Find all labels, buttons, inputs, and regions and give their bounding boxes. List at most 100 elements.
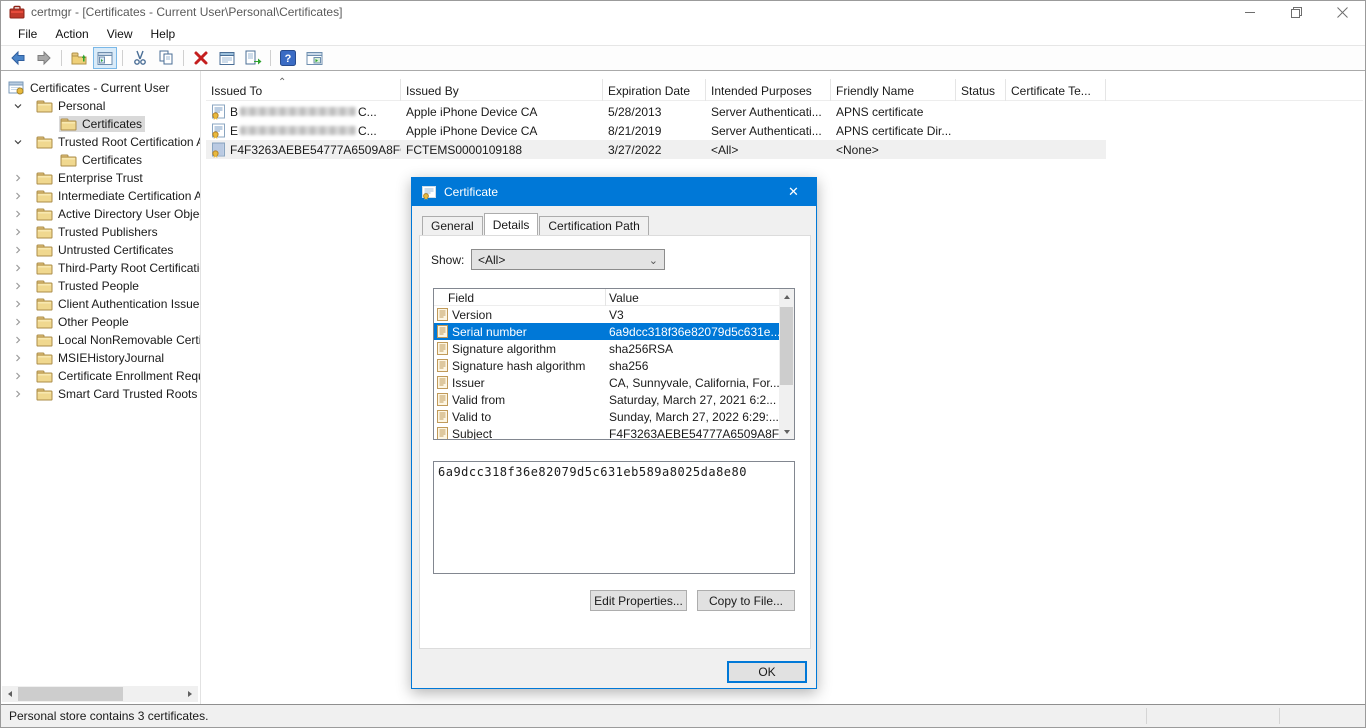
column-header-issued-by[interactable]: Issued By	[401, 79, 603, 101]
menu-item-action[interactable]: Action	[46, 24, 97, 44]
tree-item-trusted-publishers[interactable]: Trusted Publishers	[1, 223, 200, 241]
chevron-down-icon[interactable]	[13, 137, 23, 147]
folder-icon	[36, 225, 53, 239]
tree-item-certificate-enrollment-requests[interactable]: Certificate Enrollment Requests	[1, 367, 200, 385]
template-cell	[1011, 140, 1103, 159]
up-folder-button[interactable]	[67, 47, 91, 69]
forward-button[interactable]	[32, 47, 56, 69]
field-row-serial-number[interactable]: Serial number6a9dcc318f36e82079d5c631e..…	[434, 323, 779, 340]
dialog-close-button[interactable]: ✕	[771, 178, 816, 206]
value-column-header[interactable]: Value	[609, 291, 639, 305]
certificate-row[interactable]: EC...Apple iPhone Device CA8/21/2019Serv…	[206, 121, 1106, 140]
chevron-right-icon[interactable]	[13, 245, 23, 255]
column-header-friendly-name[interactable]: Friendly Name	[831, 79, 956, 101]
field-list-scrollbar[interactable]	[779, 289, 794, 439]
tree-item-personal[interactable]: Personal	[1, 97, 200, 115]
show-console-tree-button[interactable]	[93, 47, 117, 69]
edit-properties-button[interactable]: Edit Properties...	[590, 590, 687, 611]
tree-item-untrusted-certificates[interactable]: Untrusted Certificates	[1, 241, 200, 259]
field-row-valid-from[interactable]: Valid fromSaturday, March 27, 2021 6:2..…	[434, 391, 779, 408]
tree-item-client-authentication-issuers[interactable]: Client Authentication Issuers	[1, 295, 200, 313]
tree-item-other-people[interactable]: Other People	[1, 313, 200, 331]
cut-button[interactable]	[128, 47, 152, 69]
friendly-name-cell: APNS certificate Dir...	[836, 121, 953, 140]
tree-horizontal-scrollbar[interactable]	[2, 686, 198, 702]
menu-item-help[interactable]: Help	[142, 24, 185, 44]
chevron-right-icon[interactable]	[13, 371, 23, 381]
tree-item-certificates[interactable]: Certificates	[1, 115, 200, 133]
tab-details[interactable]: Details	[484, 213, 539, 235]
column-header-status[interactable]: Status	[956, 79, 1006, 101]
minimize-button[interactable]	[1227, 1, 1273, 23]
chevron-right-icon[interactable]	[13, 173, 23, 183]
chevron-right-icon[interactable]	[13, 335, 23, 345]
chevron-right-icon[interactable]	[13, 191, 23, 201]
tree-item-trusted-people[interactable]: Trusted People	[1, 277, 200, 295]
scroll-right-icon[interactable]	[182, 686, 198, 702]
chevron-right-icon[interactable]	[13, 227, 23, 237]
column-header-expiration-date[interactable]: Expiration Date	[603, 79, 706, 101]
field-row-signature-hash-algorithm[interactable]: Signature hash algorithmsha256	[434, 357, 779, 374]
tree-item-active-directory-user-object[interactable]: Active Directory User Object	[1, 205, 200, 223]
field-row-valid-to[interactable]: Valid toSunday, March 27, 2022 6:29:...	[434, 408, 779, 425]
export-list-button[interactable]	[241, 47, 265, 69]
field-column-header[interactable]: Field	[448, 291, 474, 305]
tab-certification-path[interactable]: Certification Path	[539, 216, 648, 235]
scroll-left-icon[interactable]	[2, 686, 18, 702]
tree-item-local-nonremovable-certificates[interactable]: Local NonRemovable Certificates	[1, 331, 200, 349]
scroll-up-icon[interactable]	[779, 289, 794, 304]
tree-item-enterprise-trust[interactable]: Enterprise Trust	[1, 169, 200, 187]
chevron-right-icon[interactable]	[13, 299, 23, 309]
properties-button[interactable]	[215, 47, 239, 69]
tree-item-trusted-root-certification-authorities[interactable]: Trusted Root Certification Authorities	[1, 133, 200, 151]
back-button[interactable]	[6, 47, 30, 69]
tree-item-third-party-root-certification-authorities[interactable]: Third-Party Root Certification Authoriti…	[1, 259, 200, 277]
scrollbar-thumb[interactable]	[780, 307, 793, 385]
tree-item-certificates-current-user[interactable]: Certificates - Current User	[1, 79, 200, 97]
field-detail-text[interactable]: 6a9dcc318f36e82079d5c631eb589a8025da8e80	[433, 461, 795, 574]
tree-item-label: Certificates - Current User	[30, 81, 169, 95]
tree-item-smart-card-trusted-roots[interactable]: Smart Card Trusted Roots	[1, 385, 200, 403]
tab-general[interactable]: General	[422, 216, 483, 235]
tree-item-intermediate-certification-authorities[interactable]: Intermediate Certification Authorities	[1, 187, 200, 205]
show-dropdown[interactable]: <All> ⌄	[471, 249, 665, 270]
field-item-icon	[436, 342, 449, 355]
column-header-certificate-te-[interactable]: Certificate Te...	[1006, 79, 1106, 101]
chevron-right-icon[interactable]	[13, 263, 23, 273]
help-button[interactable]: ?	[276, 47, 300, 69]
delete-button[interactable]	[189, 47, 213, 69]
certificate-row[interactable]: BC...Apple iPhone Device CA5/28/2013Serv…	[206, 102, 1106, 121]
copy-to-file-button[interactable]: Copy to File...	[697, 590, 795, 611]
menu-item-view[interactable]: View	[98, 24, 142, 44]
chevron-right-icon[interactable]	[13, 353, 23, 363]
field-name: Signature hash algorithm	[452, 359, 585, 373]
scroll-down-icon[interactable]	[779, 424, 794, 439]
field-row-version[interactable]: VersionV3	[434, 306, 779, 323]
chevron-down-icon[interactable]	[13, 101, 23, 111]
folder-icon	[36, 135, 53, 149]
tree-item-msiehistoryjournal[interactable]: MSIEHistoryJournal	[1, 349, 200, 367]
scrollbar-thumb[interactable]	[18, 687, 123, 701]
new-window-button[interactable]	[302, 47, 326, 69]
column-header-intended-purposes[interactable]: Intended Purposes	[706, 79, 831, 101]
tree-item-label: Intermediate Certification Authorities	[58, 189, 201, 203]
ok-button[interactable]: OK	[727, 661, 807, 683]
chevron-right-icon[interactable]	[13, 281, 23, 291]
close-button[interactable]	[1319, 1, 1365, 23]
purposes-cell: <All>	[711, 140, 828, 159]
certificate-dialog: Certificate ✕ GeneralDetailsCertificatio…	[411, 177, 817, 689]
tree-item-certificates[interactable]: Certificates	[1, 151, 200, 169]
field-row-subject[interactable]: SubjectF4F3263AEBE54777A6509A8F	[434, 425, 779, 439]
chevron-right-icon[interactable]	[13, 209, 23, 219]
chevron-right-icon[interactable]	[13, 389, 23, 399]
menu-item-file[interactable]: File	[9, 24, 46, 44]
certificate-row[interactable]: F4F3263AEBE54777A6509A8FCC...FCTEMS00001…	[206, 140, 1106, 159]
friendly-name-cell: APNS certificate	[836, 102, 953, 121]
chevron-right-icon[interactable]	[13, 317, 23, 327]
field-row-issuer[interactable]: IssuerCA, Sunnyvale, California, For...	[434, 374, 779, 391]
column-header-issued-to[interactable]: Issued To⌃	[206, 79, 401, 101]
copy-button[interactable]	[154, 47, 178, 69]
toolbar: ?	[1, 46, 1365, 71]
restore-button[interactable]	[1273, 1, 1319, 23]
field-row-signature-algorithm[interactable]: Signature algorithmsha256RSA	[434, 340, 779, 357]
